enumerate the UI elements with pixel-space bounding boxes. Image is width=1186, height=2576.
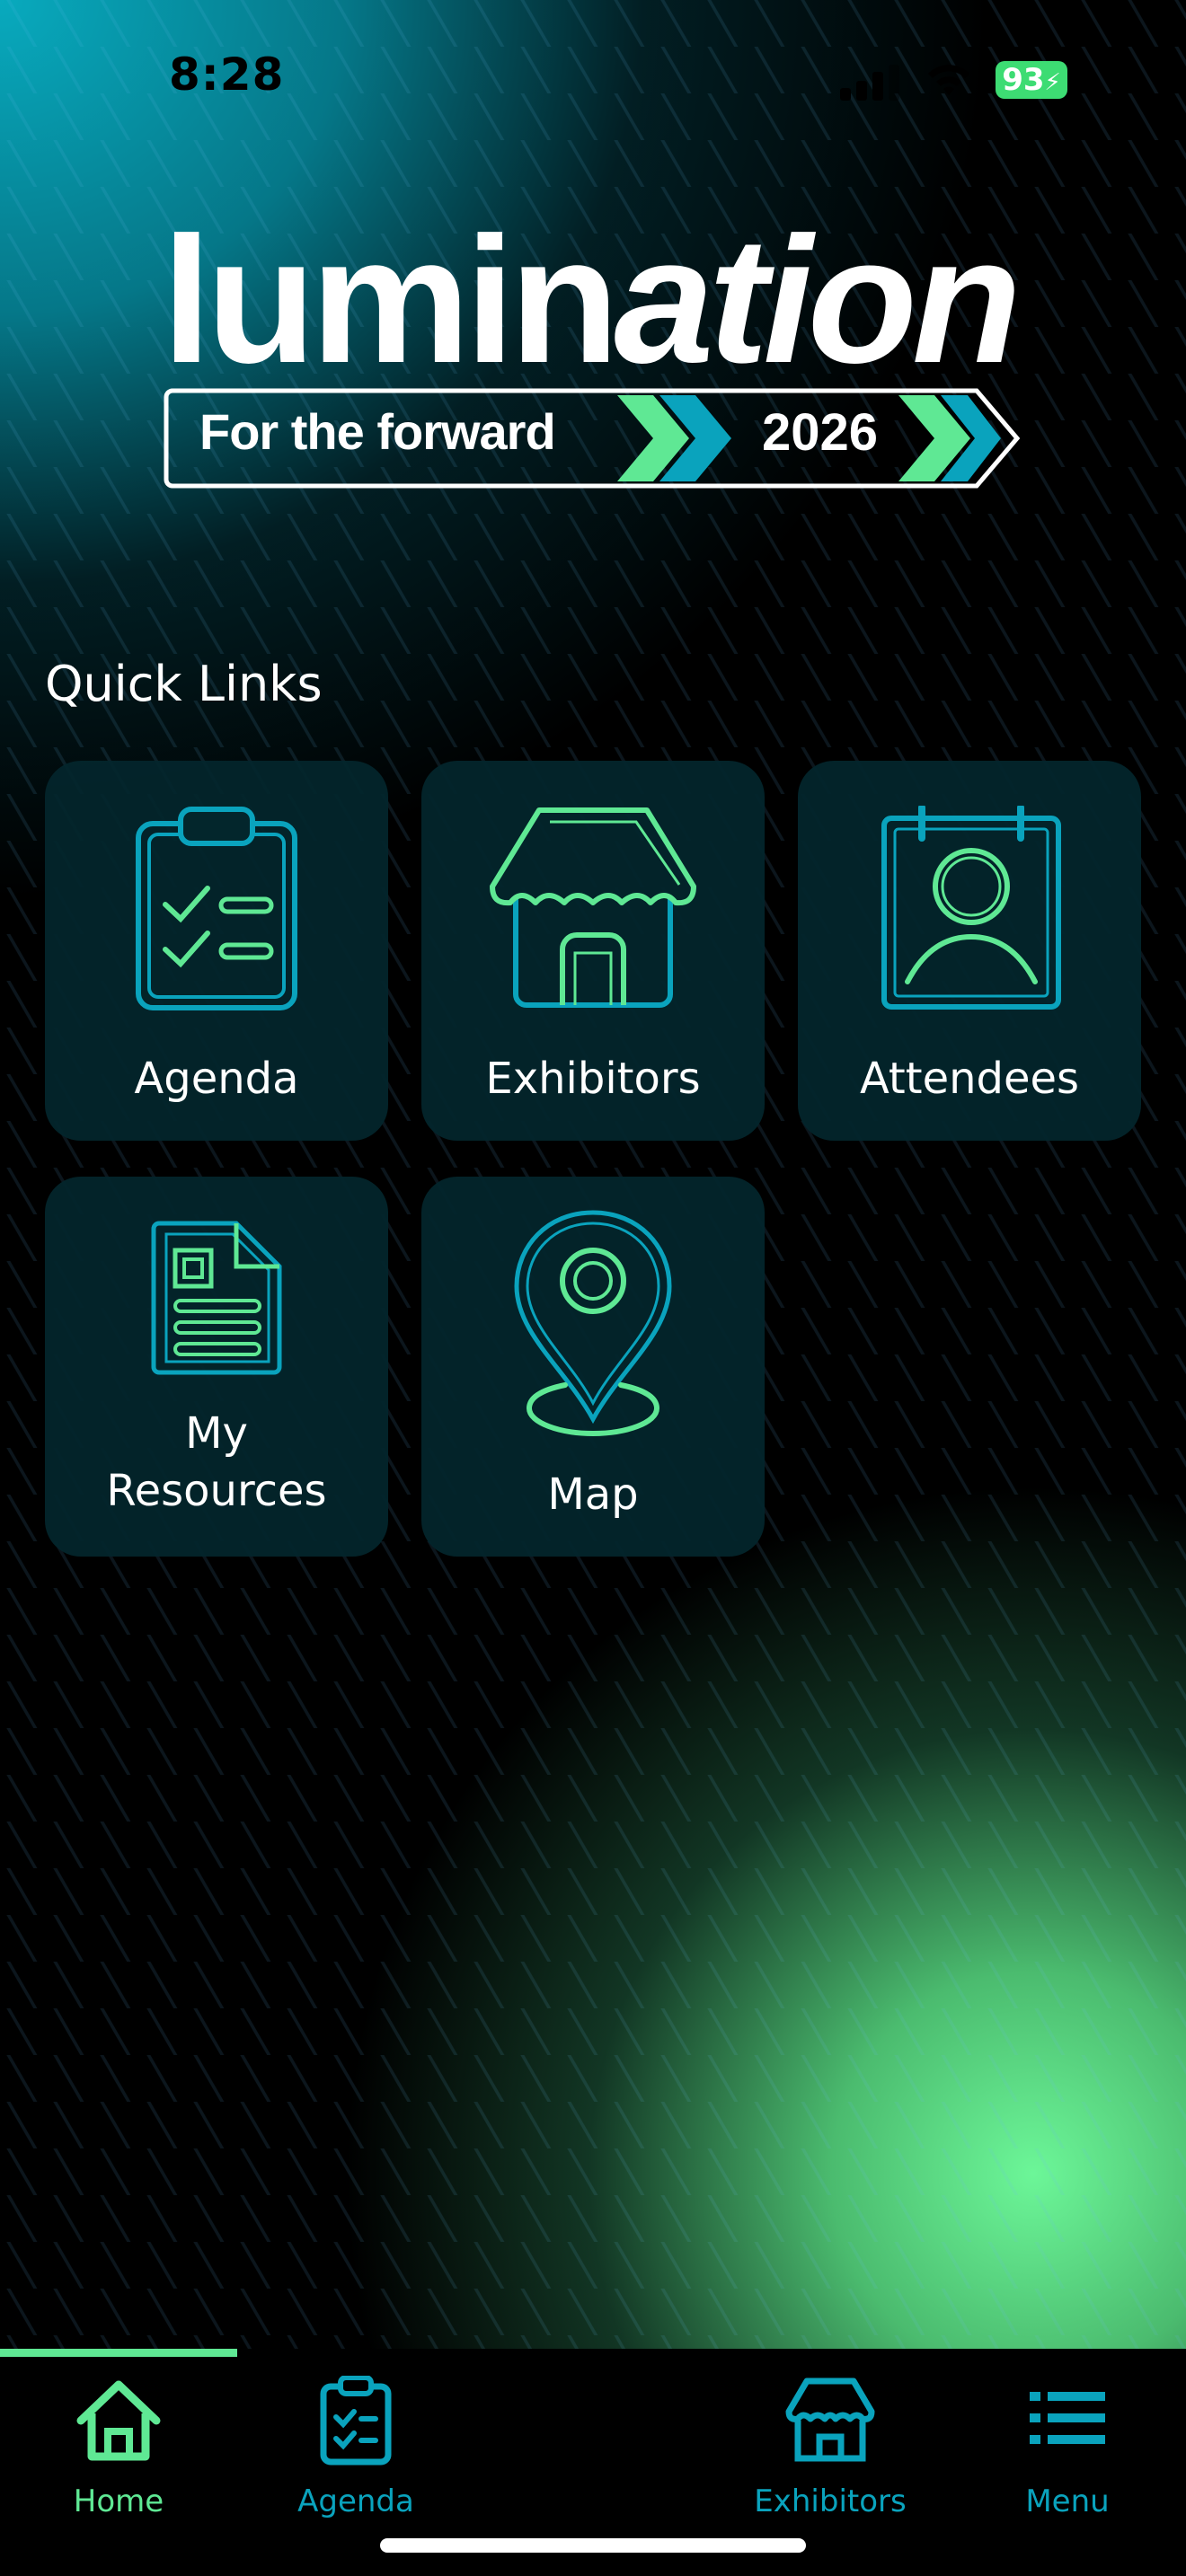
battery-indicator: 93⚡: [996, 61, 1067, 99]
tab-label: Agenda: [297, 2483, 414, 2519]
quick-link-label: Attendees: [859, 1054, 1080, 1104]
map-pin-icon: [514, 1210, 672, 1437]
charging-bolt-icon: ⚡: [1044, 69, 1061, 96]
tab-menu[interactable]: Menu: [949, 2376, 1186, 2519]
quick-link-label: Map: [547, 1469, 639, 1520]
tab-agenda[interactable]: Agenda: [237, 2376, 474, 2519]
quick-link-my-resources[interactable]: My Resources: [45, 1177, 388, 1557]
logo-word-regular: lumin: [162, 200, 619, 401]
logo-year: 2026: [762, 403, 879, 462]
quick-link-map[interactable]: Map: [421, 1177, 765, 1557]
tab-home[interactable]: Home: [0, 2376, 237, 2519]
tab-exhibitors[interactable]: Exhibitors: [712, 2376, 949, 2519]
contact-card-icon: [881, 806, 1061, 1010]
quick-links-title: Quick Links: [45, 656, 323, 712]
storefront-icon: [785, 2378, 875, 2462]
quick-link-label: Exhibitors: [485, 1054, 701, 1104]
tab-label: Menu: [1025, 2483, 1110, 2519]
storefront-icon: [490, 807, 696, 1008]
clipboard-checklist-icon: [136, 807, 297, 1010]
quick-link-attendees[interactable]: Attendees: [798, 761, 1141, 1141]
home-indicator[interactable]: [380, 2538, 806, 2553]
home-icon: [76, 2380, 161, 2461]
wifi-icon: [928, 65, 969, 95]
quick-link-label: My Resources: [106, 1408, 327, 1516]
logo-word-italic: ation: [614, 200, 1022, 401]
tab-label: Exhibitors: [754, 2483, 907, 2519]
document-icon: [151, 1221, 282, 1375]
clipboard-icon: [320, 2376, 392, 2466]
quick-link-agenda[interactable]: Agenda: [45, 761, 388, 1141]
logo-tagline: For the forward: [199, 403, 556, 460]
list-icon: [1030, 2392, 1105, 2444]
battery-level: 93: [1002, 62, 1045, 98]
quick-link-exhibitors[interactable]: Exhibitors: [421, 761, 765, 1141]
active-tab-indicator: [0, 2349, 237, 2357]
status-time: 8:28: [169, 49, 285, 101]
status-bar: 8:28 93⚡: [0, 0, 1186, 153]
quick-link-label: Agenda: [134, 1054, 299, 1104]
cellular-signal-icon: [840, 63, 899, 101]
app-logo-wordmark: lumination: [162, 211, 1022, 391]
tab-label: Home: [73, 2483, 164, 2519]
